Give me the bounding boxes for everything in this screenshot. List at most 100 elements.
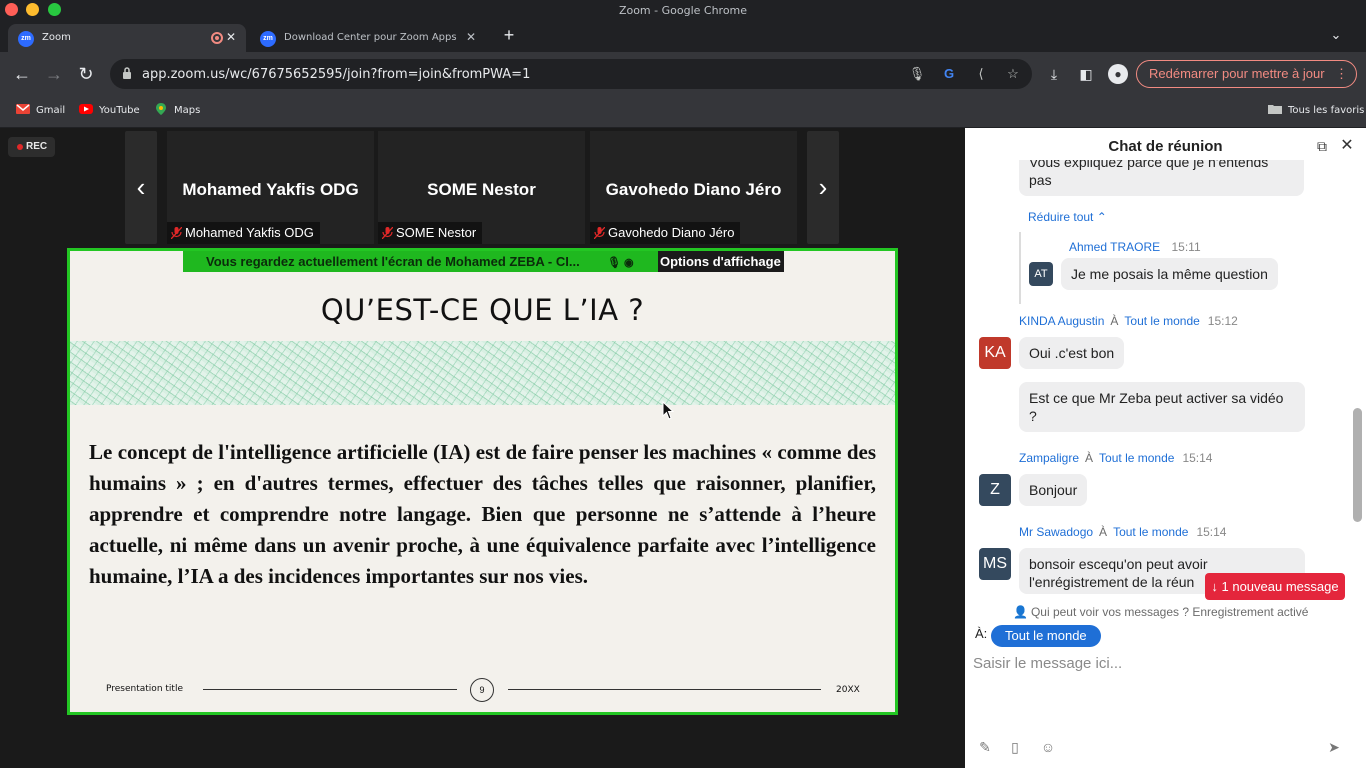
bookmark-gmail[interactable]: Gmail bbox=[16, 103, 65, 116]
bookmark-label: Gmail bbox=[36, 105, 66, 116]
message-meta: Ahmed TRAORE 15:11 bbox=[1069, 240, 1201, 254]
participant-name: SOME Nestor bbox=[427, 180, 536, 199]
profile-icon[interactable]: ● bbox=[1108, 64, 1128, 84]
chat-message-input[interactable] bbox=[973, 648, 1353, 678]
participant-label: SOME Nestor bbox=[378, 222, 483, 244]
share-icon[interactable]: ⟨ bbox=[972, 65, 990, 83]
tab-strip: zm Zoom ✕ zm Download Center pour Zoom A… bbox=[0, 20, 1366, 52]
footer-line-right bbox=[508, 689, 821, 690]
bookmark-label: Maps bbox=[174, 105, 201, 116]
participant-name: Mohamed Yakfis ODG bbox=[182, 180, 359, 199]
zoom-favicon-icon: zm bbox=[18, 31, 34, 47]
recipient-name[interactable]: Tout le monde bbox=[1124, 314, 1199, 328]
browser-toolbar: ← → ↻ app.zoom.us/wc/67675652595/join?fr… bbox=[0, 52, 1366, 96]
mic-muted-icon bbox=[171, 227, 182, 239]
video-tile[interactable]: Gavohedo Diano Jéro Gavohedo Diano Jéro bbox=[590, 131, 797, 244]
file-icon[interactable]: ▯ bbox=[1006, 738, 1024, 756]
collapse-all-button[interactable]: Réduire tout ⌃ bbox=[1028, 210, 1107, 224]
shared-screen[interactable]: Vous regardez actuellement l'écran de Mo… bbox=[67, 248, 898, 715]
recipient-name[interactable]: Tout le monde bbox=[1099, 451, 1174, 465]
slide-title: QU’EST-CE QUE L’IA ? bbox=[320, 293, 645, 327]
maps-icon bbox=[156, 103, 166, 115]
forward-icon[interactable]: → bbox=[42, 62, 66, 86]
sender-name[interactable]: Mr Sawadogo bbox=[1019, 525, 1093, 539]
next-participants-button[interactable]: › bbox=[807, 131, 839, 244]
message-time: 15:14 bbox=[1182, 451, 1213, 465]
download-icon[interactable]: ⤓ bbox=[1044, 64, 1064, 84]
star-icon[interactable]: ☆ bbox=[1004, 65, 1022, 83]
chat-bubble[interactable]: Bonjour bbox=[1019, 474, 1088, 506]
chat-title: Chat de réunion bbox=[1108, 138, 1223, 155]
participant-label: Gavohedo Diano Jéro bbox=[590, 222, 741, 244]
back-icon[interactable]: ← bbox=[10, 62, 34, 86]
tab-search-icon[interactable]: ⌄ bbox=[1324, 23, 1348, 47]
participant-label-text: SOME Nestor bbox=[396, 225, 477, 240]
window-title: Zoom - Google Chrome bbox=[618, 4, 748, 17]
prev-participants-button[interactable]: ‹ bbox=[125, 131, 157, 244]
view-options-button[interactable]: Options d'affichage bbox=[658, 251, 784, 272]
bookmark-youtube[interactable]: YouTube bbox=[79, 103, 140, 116]
chat-bubble[interactable]: Oui .c'est bon bbox=[1019, 337, 1125, 369]
sender-name[interactable]: Ahmed TRAORE bbox=[1069, 240, 1160, 254]
sender-name[interactable]: Zampaligre bbox=[1019, 451, 1079, 465]
recipient-name[interactable]: Tout le monde bbox=[1113, 525, 1188, 539]
recording-badge[interactable]: REC bbox=[8, 137, 55, 157]
relaunch-update-button[interactable]: Redémarrer pour mettre à jour ⋮ bbox=[1136, 60, 1357, 88]
all-bookmarks[interactable]: Tous les favoris bbox=[1268, 103, 1364, 116]
privacy-note[interactable]: 👤 Qui peut voir vos messages ? Enregistre… bbox=[1013, 605, 1308, 619]
message-meta: Mr Sawadogo À Tout le monde 15:14 bbox=[1019, 525, 1226, 539]
tab-download-center[interactable]: zm Download Center pour Zoom Apps et mod… bbox=[250, 24, 486, 52]
sidepanel-icon[interactable]: ◧ bbox=[1076, 64, 1096, 84]
chat-messages[interactable]: Vous expliquez parce que je n'entends pa… bbox=[965, 160, 1351, 600]
close-chat-icon[interactable]: ✕ bbox=[1339, 138, 1355, 154]
mic-muted-icon bbox=[594, 227, 605, 239]
send-icon[interactable]: ➤ bbox=[1325, 738, 1343, 756]
collapse-label: Réduire tout bbox=[1028, 210, 1094, 224]
chat-scrollbar[interactable] bbox=[1353, 408, 1362, 522]
bookmarks-bar: Gmail YouTube Maps Tous les favoris bbox=[0, 96, 1366, 128]
new-tab-button[interactable]: + bbox=[497, 23, 521, 47]
to-word: À bbox=[1085, 451, 1094, 465]
participant-label-text: Gavohedo Diano Jéro bbox=[608, 225, 735, 240]
popout-icon[interactable]: ⧉ bbox=[1314, 138, 1330, 154]
avatar: AT bbox=[1029, 262, 1053, 286]
tab-title: Download Center pour Zoom Apps et modu bbox=[284, 32, 458, 43]
recipient-select[interactable]: Tout le monde bbox=[991, 625, 1101, 647]
video-tile[interactable]: SOME Nestor SOME Nestor bbox=[378, 131, 585, 244]
close-tab-icon[interactable]: ✕ bbox=[466, 30, 476, 44]
emoji-icon[interactable]: ☺ bbox=[1039, 738, 1057, 756]
window-titlebar: Zoom - Google Chrome bbox=[0, 0, 1366, 20]
slide-footer-title: Presentation title bbox=[106, 684, 183, 694]
new-message-button[interactable]: ↓ 1 nouveau message bbox=[1205, 573, 1345, 600]
slide-page-number: 9 bbox=[470, 678, 494, 702]
tab-zoom[interactable]: zm Zoom ✕ bbox=[8, 24, 246, 52]
url-text: app.zoom.us/wc/67675652595/join?from=joi… bbox=[142, 67, 531, 82]
screen-share-banner: Vous regardez actuellement l'écran de Mo… bbox=[183, 251, 661, 272]
participant-label: Mohamed Yakfis ODG bbox=[167, 222, 320, 244]
format-icon[interactable]: ✎ bbox=[976, 738, 994, 756]
screen: Zoom - Google Chrome zm Zoom ✕ zm Downlo… bbox=[0, 0, 1366, 768]
reload-icon[interactable]: ↻ bbox=[74, 62, 98, 86]
mic-icon[interactable]: 🎙 bbox=[908, 65, 926, 83]
sender-name[interactable]: KINDA Augustin bbox=[1019, 314, 1104, 328]
footer-line-left bbox=[203, 689, 457, 690]
avatar: KA bbox=[979, 337, 1011, 369]
google-icon[interactable]: G bbox=[940, 65, 958, 83]
chat-panel: Chat de réunion ⧉ ✕ Vous expliquez parce… bbox=[965, 128, 1366, 768]
slide-year: 20XX bbox=[836, 685, 860, 695]
address-bar[interactable]: app.zoom.us/wc/67675652595/join?from=joi… bbox=[110, 59, 1032, 89]
message-time: 15:11 bbox=[1171, 240, 1201, 254]
menu-dots-icon[interactable]: ⋮ bbox=[1335, 61, 1348, 87]
zoom-favicon-icon: zm bbox=[260, 31, 276, 47]
chat-bubble[interactable]: Vous expliquez parce que je n'entends pa… bbox=[1019, 160, 1304, 196]
privacy-text: Qui peut voir vos messages ? Enregistrem… bbox=[1030, 605, 1309, 619]
chat-bubble[interactable]: Je me posais la même question bbox=[1061, 258, 1278, 290]
message-time: 15:14 bbox=[1196, 525, 1227, 539]
chat-bubble[interactable]: Est ce que Mr Zeba peut activer sa vidéo… bbox=[1019, 382, 1305, 432]
video-tile[interactable]: Mohamed Yakfis ODG Mohamed Yakfis ODG bbox=[167, 131, 374, 244]
close-tab-icon[interactable]: ✕ bbox=[226, 30, 236, 44]
youtube-icon bbox=[79, 104, 93, 114]
slide-body: Le concept de l'intelligence artificiell… bbox=[89, 440, 876, 588]
bookmark-maps[interactable]: Maps bbox=[154, 103, 200, 116]
rec-label: REC bbox=[26, 141, 48, 152]
